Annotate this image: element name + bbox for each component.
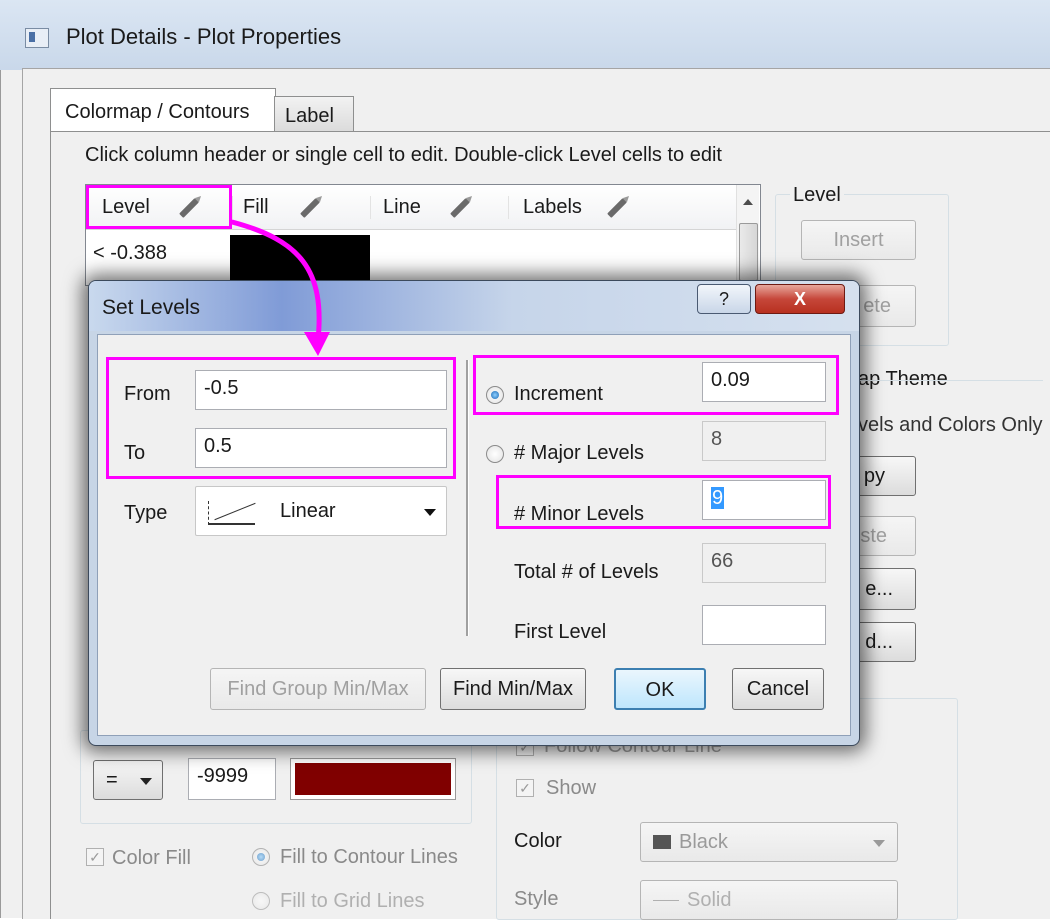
highlight-level-header — [86, 185, 232, 229]
missing-value-field[interactable]: -9999 — [188, 758, 276, 800]
find-group-min-max-button[interactable]: Find Group Min/Max — [210, 668, 426, 710]
color-swatch-icon — [653, 835, 671, 849]
fill-grid-radio[interactable] — [252, 892, 270, 910]
line-style-label: Style — [514, 888, 559, 910]
show-label: Show — [546, 777, 597, 799]
color-fill-label: Color Fill — [112, 847, 191, 869]
levels-colors-only-option[interactable]: vels and Colors Only — [858, 414, 1043, 437]
help-button[interactable]: ? — [697, 284, 751, 314]
major-levels-label: # Major Levels — [514, 442, 645, 464]
find-min-max-button[interactable]: Find Min/Max — [440, 668, 586, 710]
chevron-down-icon — [424, 509, 436, 516]
cancel-button[interactable]: Cancel — [732, 668, 824, 710]
column-header-labels[interactable]: Labels — [508, 196, 729, 219]
missing-color-swatch[interactable] — [290, 758, 456, 800]
first-level-label: First Level — [514, 621, 607, 643]
insert-button[interactable]: Insert — [801, 220, 916, 260]
highlight-from-to — [106, 357, 456, 479]
operator-dropdown[interactable]: = — [93, 760, 163, 800]
theme-group-border — [858, 380, 1043, 381]
scroll-up-arrow-icon[interactable] — [743, 199, 753, 205]
ok-button[interactable]: OK — [614, 668, 706, 710]
column-header-line[interactable]: Line — [370, 196, 511, 219]
fill-grid-label: Fill to Grid Lines — [280, 890, 425, 912]
pencil-icon — [607, 197, 627, 218]
table-scrollbar[interactable] — [736, 185, 759, 283]
close-button[interactable]: X — [755, 284, 845, 314]
help-icon: ? — [718, 289, 729, 309]
line-style-dropdown[interactable]: Solid — [640, 880, 898, 920]
fill-contour-label: Fill to Contour Lines — [280, 846, 458, 868]
highlight-minor-levels — [496, 475, 831, 529]
table-row-level[interactable]: < -0.388 — [93, 242, 167, 265]
tab-label[interactable]: Label — [274, 96, 354, 133]
show-checkbox[interactable]: ✓ — [516, 779, 534, 797]
close-icon: X — [793, 289, 806, 309]
major-levels-radio[interactable] — [486, 445, 504, 463]
tab-colormap-contours[interactable]: Colormap / Contours — [50, 88, 276, 133]
highlight-increment — [473, 355, 839, 415]
pencil-icon — [449, 197, 470, 218]
first-level-field[interactable] — [702, 605, 826, 645]
app-icon — [25, 28, 49, 48]
dialog-divider — [466, 360, 469, 636]
linear-scale-icon — [208, 501, 256, 525]
color-fill-checkbox[interactable]: ✓ — [86, 848, 104, 866]
window-title: Plot Details - Plot Properties — [66, 24, 342, 49]
line-color-label: Color — [514, 830, 562, 852]
total-levels-label: Total # of Levels — [514, 561, 659, 583]
instruction-text: Click column header or single cell to ed… — [85, 144, 722, 166]
type-label: Type — [124, 502, 168, 524]
line-color-dropdown[interactable]: Black — [640, 822, 898, 862]
fill-contour-radio[interactable] — [252, 848, 270, 866]
scroll-thumb[interactable] — [739, 223, 758, 281]
total-levels-field: 66 — [702, 543, 826, 583]
major-levels-field[interactable]: 8 — [702, 421, 826, 461]
chevron-down-icon — [873, 840, 885, 847]
dialog-title: Set Levels — [102, 296, 201, 319]
type-dropdown[interactable]: Linear — [195, 486, 447, 536]
pencil-icon — [299, 197, 320, 218]
chevron-down-icon — [140, 778, 152, 785]
column-header-fill[interactable]: Fill — [232, 196, 373, 219]
level-group-title: Level — [790, 184, 844, 207]
